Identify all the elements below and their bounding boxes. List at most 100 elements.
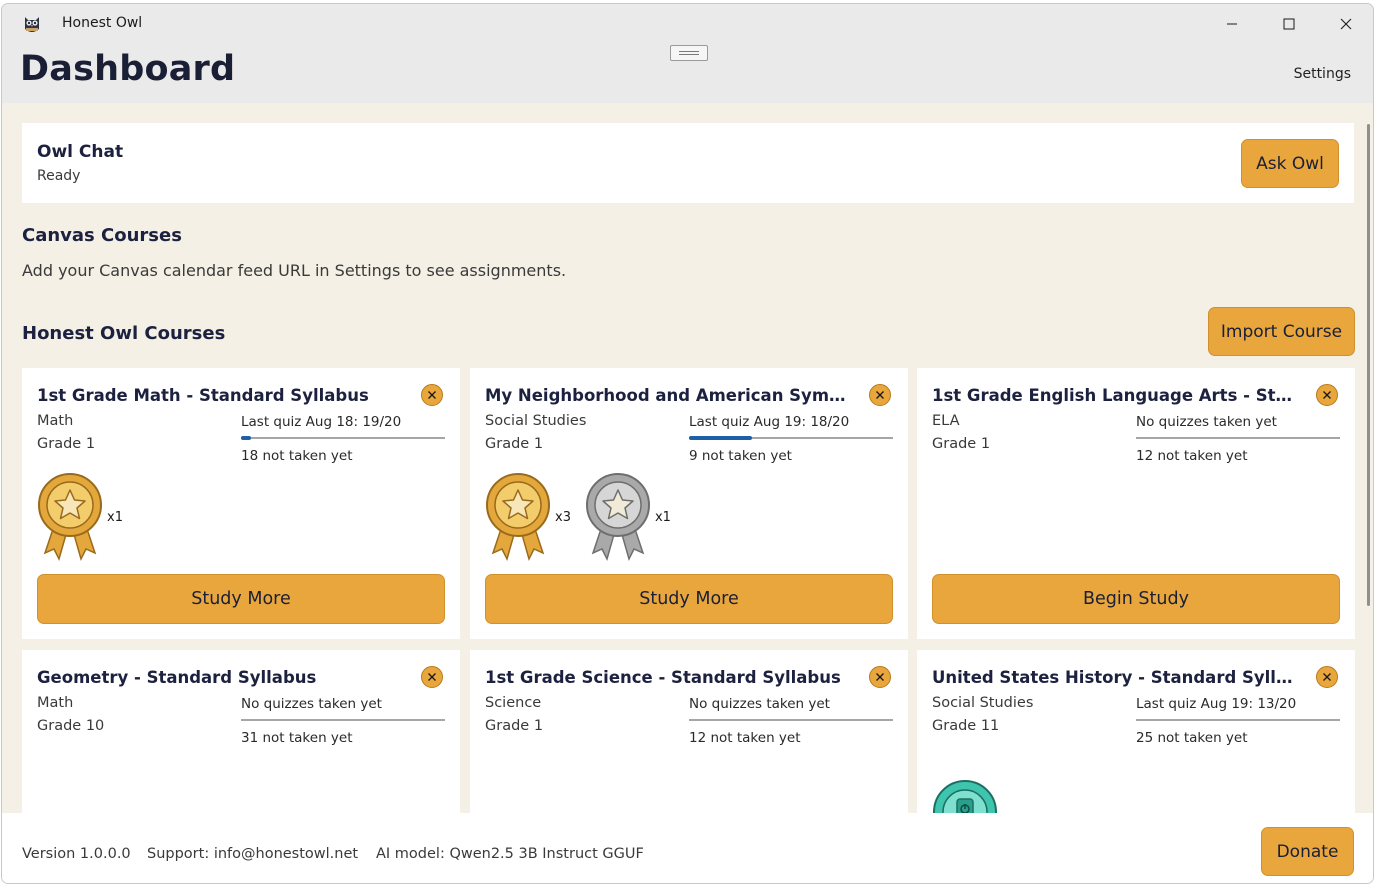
last-quiz-text: No quizzes taken yet [689, 696, 830, 712]
last-quiz-text: Last quiz Aug 19: 18/20 [689, 414, 850, 430]
course-grade: Grade 1 [37, 436, 96, 452]
remove-course-button[interactable] [1316, 384, 1338, 406]
close-icon [876, 391, 884, 399]
course-card: 1st Grade Science - Standard Syllabus Sc… [470, 650, 908, 813]
canvas-courses-title: Canvas Courses [22, 225, 182, 246]
donate-button[interactable]: Donate [1261, 827, 1354, 876]
close-icon [428, 391, 436, 399]
badge-teal-badge: x1 [932, 753, 1018, 813]
remove-course-button[interactable] [421, 384, 443, 406]
quiz-progress-fill [241, 436, 252, 440]
owl-logo-icon [25, 17, 39, 32]
course-title: My Neighborhood and American Symbols -..… [485, 386, 855, 405]
remaining-quizzes-text: 12 not taken yet [1136, 448, 1248, 464]
course-card: United States History - Standard Syllabu… [917, 650, 1355, 813]
badge-list: x1 [37, 471, 137, 563]
settings-link[interactable]: Settings [1294, 66, 1351, 82]
close-window-button[interactable] [1317, 4, 1373, 43]
remove-course-button[interactable] [869, 384, 891, 406]
remaining-quizzes-text: 12 not taken yet [689, 730, 801, 746]
course-card: 1st Grade English Language Arts - Standa… [917, 368, 1355, 639]
support-text: Support: info@honestowl.net [147, 846, 359, 862]
remaining-quizzes-text: 31 not taken yet [241, 730, 353, 746]
course-subject: ELA [932, 413, 960, 429]
close-icon [1340, 18, 1351, 29]
last-quiz-text: Last quiz Aug 19: 13/20 [1136, 696, 1297, 712]
teal-badge-icon [933, 780, 997, 813]
badge-gold-medal: x1 [37, 471, 123, 563]
owl-chat-status: Ready [37, 168, 81, 184]
study-more-button[interactable]: Study More [37, 574, 445, 624]
close-icon [428, 673, 436, 681]
badge-silver-medal: x1 [585, 471, 671, 563]
course-title: 1st Grade Science - Standard Syllabus [485, 668, 841, 687]
import-course-button[interactable]: Import Course [1208, 307, 1355, 356]
course-title: 1st Grade Math - Standard Syllabus [37, 386, 369, 405]
close-icon [1323, 391, 1331, 399]
badge-gold-medal: x3 [485, 471, 571, 563]
title-bar[interactable]: Honest Owl [2, 4, 1373, 43]
remove-course-button[interactable] [869, 666, 891, 688]
page-header: Dashboard Settings [2, 43, 1373, 103]
last-quiz-text: No quizzes taken yet [241, 696, 382, 712]
remove-course-button[interactable] [1316, 666, 1338, 688]
maximize-button[interactable] [1260, 4, 1317, 43]
study-more-button[interactable]: Study More [485, 574, 893, 624]
maximize-icon [1283, 18, 1294, 29]
minimize-icon [1226, 23, 1237, 24]
ask-owl-button[interactable]: Ask Owl [1241, 139, 1339, 188]
course-grade: Grade 1 [485, 436, 544, 452]
last-quiz-text: No quizzes taken yet [1136, 414, 1277, 430]
ai-model-text: AI model: Qwen2.5 3B Instruct GGUF [376, 846, 644, 862]
app-title: Honest Owl [62, 15, 143, 31]
quiz-progress-bar [241, 719, 445, 721]
course-subject: Social Studies [932, 695, 1034, 711]
quiz-progress-bar [241, 436, 445, 440]
honest-owl-courses-title: Honest Owl Courses [22, 323, 226, 344]
close-icon [1323, 673, 1331, 681]
quiz-progress-fill [689, 436, 753, 440]
course-subject: Social Studies [485, 413, 587, 429]
course-grade: Grade 1 [932, 436, 991, 452]
course-card: My Neighborhood and American Symbols -..… [470, 368, 908, 639]
owl-chat-title: Owl Chat [37, 142, 124, 162]
app-window: Honest Owl Dashboard Settings Owl Chat R… [1, 3, 1374, 884]
vertical-scrollbar[interactable] [1367, 124, 1370, 606]
course-subject: Math [37, 695, 74, 711]
course-grade: Grade 1 [485, 718, 544, 734]
minimize-button[interactable] [1203, 4, 1260, 43]
badge-count: x3 [555, 509, 571, 525]
remaining-quizzes-text: 18 not taken yet [241, 448, 353, 464]
gold-medal-icon [486, 473, 550, 562]
quiz-progress-bar [1136, 437, 1340, 439]
silver-medal-icon [585, 473, 650, 562]
version-text: Version 1.0.0.0 [22, 846, 131, 862]
begin-study-button[interactable]: Begin Study [932, 574, 1340, 624]
remove-course-button[interactable] [421, 666, 443, 688]
badge-list: x3 x1 [485, 471, 685, 563]
page-title: Dashboard [20, 49, 236, 89]
course-subject: Math [37, 413, 74, 429]
badge-list: x1 [932, 753, 1032, 813]
quiz-progress-bar [689, 436, 893, 440]
quiz-progress-bar [689, 719, 893, 721]
badge-count: x1 [107, 509, 123, 525]
dashboard-content: Owl Chat Ready Ask Owl Canvas Courses Ad… [2, 103, 1373, 813]
badge-count: x1 [654, 509, 671, 525]
footer: Version 1.0.0.0 Support: info@honestowl.… [2, 813, 1373, 883]
canvas-courses-message: Add your Canvas calendar feed URL in Set… [22, 261, 567, 280]
course-grade: Grade 10 [37, 718, 105, 734]
drag-handle[interactable] [670, 45, 708, 61]
course-title: Geometry - Standard Syllabus [37, 668, 317, 687]
course-grade: Grade 11 [932, 718, 1000, 734]
course-title: United States History - Standard Syllabu… [932, 668, 1302, 687]
owl-chat-panel: Owl Chat Ready Ask Owl [22, 123, 1354, 203]
quiz-progress-bar [1136, 719, 1340, 721]
course-card: 1st Grade Math - Standard Syllabus Math … [22, 368, 460, 639]
close-icon [876, 673, 884, 681]
course-title: 1st Grade English Language Arts - Standa… [932, 386, 1302, 405]
remaining-quizzes-text: 9 not taken yet [689, 448, 792, 464]
gold-medal-icon [38, 473, 102, 562]
remaining-quizzes-text: 25 not taken yet [1136, 730, 1248, 746]
course-subject: Science [485, 695, 542, 711]
